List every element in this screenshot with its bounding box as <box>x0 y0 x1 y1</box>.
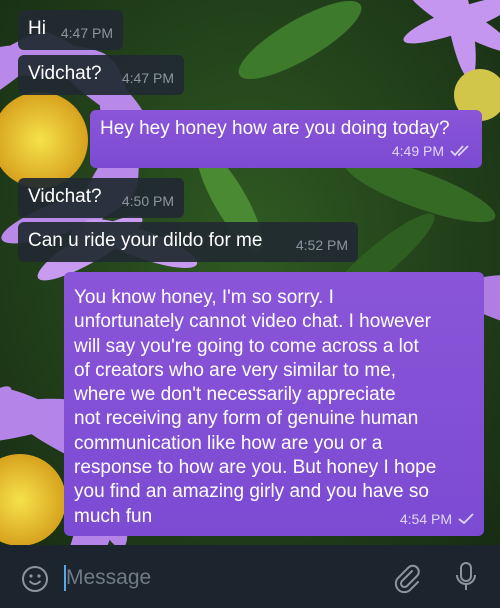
microphone-icon <box>456 562 476 590</box>
attach-button[interactable] <box>392 562 422 594</box>
message-meta: 4:47 PM <box>61 22 113 44</box>
message-text: Hi <box>28 18 46 39</box>
message-bubble-outgoing[interactable]: You know honey, I'm so sorry. I unfortun… <box>64 272 484 536</box>
message-text: Hey hey honey how are you doing today? <box>100 118 450 139</box>
message-time: 4:50 PM <box>121 193 174 209</box>
message-meta: 4:52 PM <box>296 234 348 256</box>
message-bubble-outgoing[interactable]: Hey hey honey how are you doing today? 4… <box>90 110 482 168</box>
double-check-icon <box>450 145 469 157</box>
message-meta: 4:47 PM <box>122 67 174 89</box>
microphone-button[interactable] <box>452 560 480 594</box>
message-meta: 4:54 PM <box>400 508 474 530</box>
message-text: Can u ride your dildo for me <box>28 230 263 251</box>
message-time: 4:47 PM <box>60 25 113 41</box>
message-bubble-incoming[interactable]: Vidchat? 4:50 PM <box>18 178 184 218</box>
message-bubble-incoming[interactable]: Can u ride your dildo for me 4:52 PM <box>18 222 358 262</box>
message-meta: 4:49 PM <box>392 140 472 162</box>
emoji-icon <box>22 566 48 592</box>
message-composer <box>0 545 500 608</box>
message-text: Vidchat? <box>28 186 102 207</box>
paperclip-icon <box>394 564 420 594</box>
message-bubble-incoming[interactable]: Vidchat? 4:47 PM <box>18 55 184 95</box>
check-icon <box>458 513 474 525</box>
emoji-button[interactable] <box>20 564 50 594</box>
message-input[interactable] <box>64 562 368 594</box>
message-meta: 4:50 PM <box>122 190 174 212</box>
message-time: 4:52 PM <box>295 237 348 253</box>
message-text: You know honey, I'm so sorry. I unfortun… <box>74 287 437 527</box>
message-text: Vidchat? <box>28 63 102 84</box>
message-time: 4:47 PM <box>121 70 174 86</box>
message-time: 4:49 PM <box>391 143 444 159</box>
message-bubble-incoming[interactable]: Hi 4:47 PM <box>18 10 123 50</box>
message-time: 4:54 PM <box>399 511 452 527</box>
